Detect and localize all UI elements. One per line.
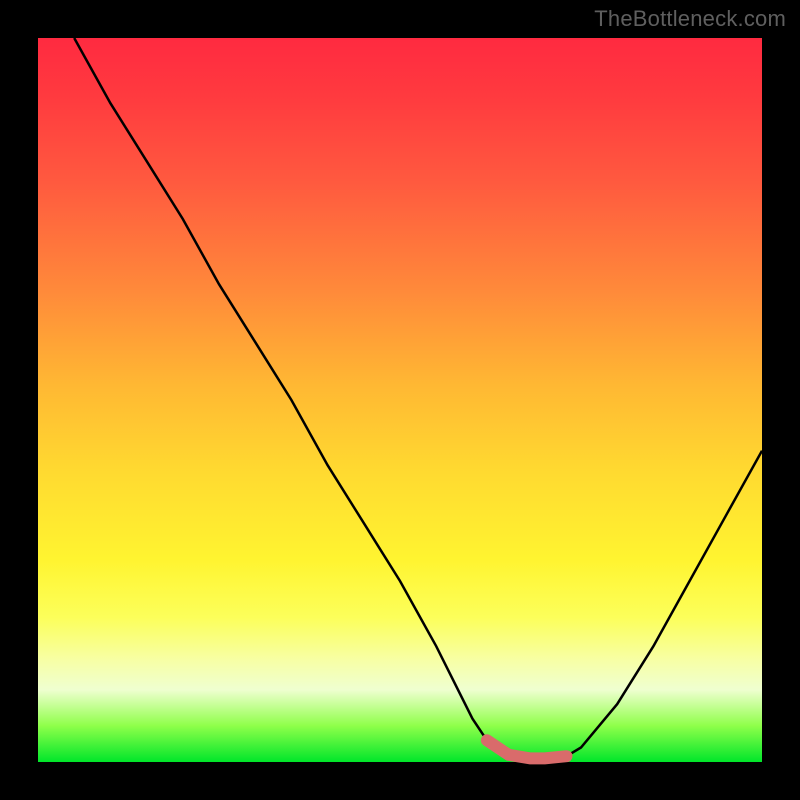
bottleneck-highlight-path [487,740,567,758]
bottleneck-curve-path [74,38,762,758]
plot-area [38,38,762,762]
watermark-text: TheBottleneck.com [594,6,786,32]
chart-frame: TheBottleneck.com [0,0,800,800]
bottleneck-curve-svg [38,38,762,762]
